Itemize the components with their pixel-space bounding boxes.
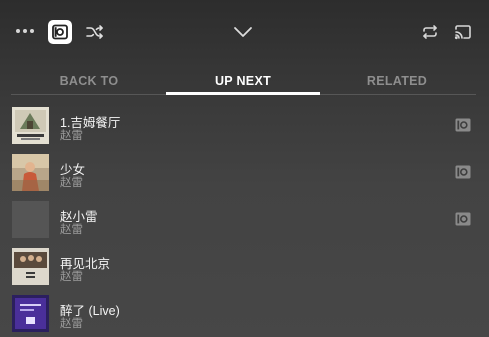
now-playing-icon[interactable] <box>48 20 72 44</box>
queue-item[interactable]: 1.吉姆餐厅 赵雷 <box>0 102 489 149</box>
repeat-icon[interactable] <box>419 21 441 43</box>
tab-up-next[interactable]: UP NEXT <box>166 74 320 90</box>
player-queue-panel: BACK TO UP NEXT RELATED 1.吉姆餐厅 赵雷 少女 赵雷 … <box>0 0 489 337</box>
active-tab-indicator <box>166 92 320 95</box>
track-artist: 赵雷 <box>60 177 83 189</box>
queue-item[interactable]: 赵小雷 赵雷 <box>0 196 489 243</box>
queue-item[interactable]: 少女 赵雷 <box>0 149 489 196</box>
queue-item[interactable]: 醉了 (Live) 赵雷 <box>0 290 489 337</box>
placeholder-art <box>12 201 49 238</box>
shuffle-icon[interactable] <box>84 21 106 43</box>
now-playing-icon[interactable] <box>455 212 471 226</box>
track-artist: 赵雷 <box>60 224 83 236</box>
tab-back-to[interactable]: BACK TO <box>14 74 164 90</box>
album-art-jim-restaurant <box>12 107 49 144</box>
album-art-live <box>12 295 49 332</box>
album-art-girl <box>12 154 49 191</box>
chevron-down-icon[interactable] <box>231 20 255 44</box>
track-artist: 赵雷 <box>60 271 83 283</box>
album-art-goodbye-beijing <box>12 248 49 285</box>
track-artist: 赵雷 <box>60 130 83 142</box>
track-artist: 赵雷 <box>60 318 83 330</box>
queue-item[interactable]: 再见北京 赵雷 <box>0 243 489 290</box>
more-horizontal-icon[interactable] <box>14 22 36 40</box>
now-playing-icon[interactable] <box>455 118 471 132</box>
now-playing-icon[interactable] <box>455 165 471 179</box>
cast-icon[interactable] <box>452 21 474 43</box>
top-toolbar <box>0 0 489 64</box>
tab-related[interactable]: RELATED <box>322 74 472 90</box>
